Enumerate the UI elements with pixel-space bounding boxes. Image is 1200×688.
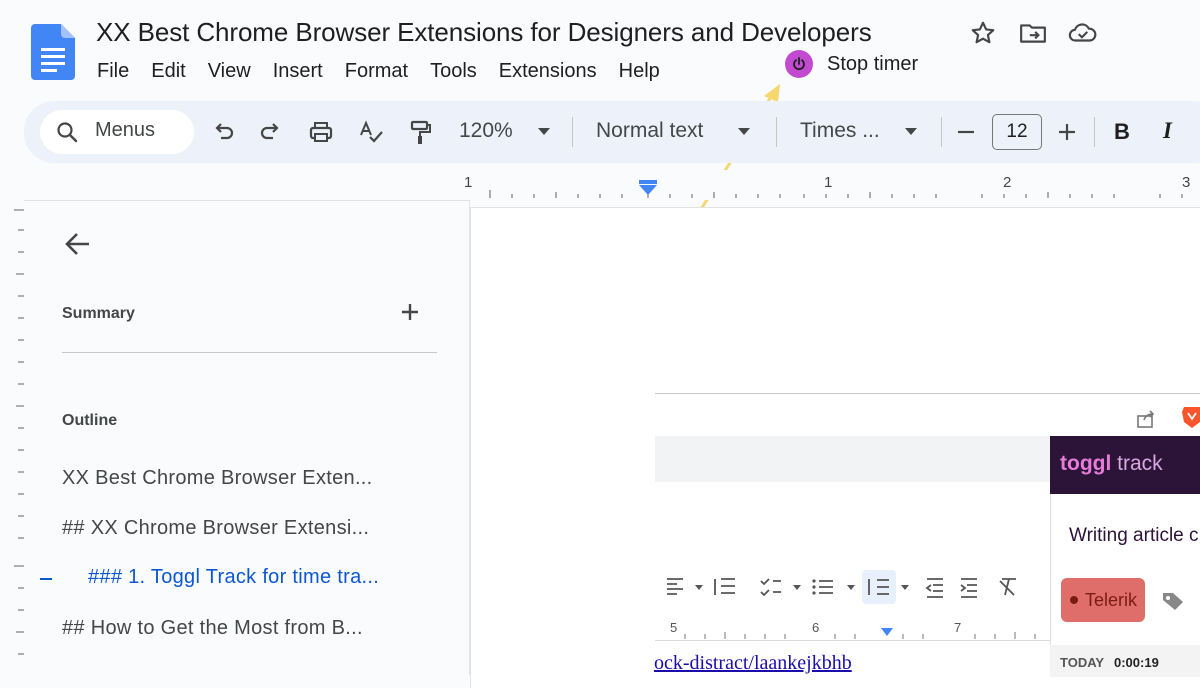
menu-tools[interactable]: Tools xyxy=(419,58,488,85)
toggl-entry-description: Writing article c xyxy=(1069,525,1199,546)
outline-heading: Outline xyxy=(62,412,118,429)
embedded-ruler-label: 5 xyxy=(670,620,678,635)
toolbar-divider xyxy=(1094,117,1095,147)
embedded-toolbar xyxy=(655,567,1055,607)
zoom-dropdown-icon[interactable] xyxy=(537,127,551,137)
print-icon[interactable] xyxy=(306,117,336,147)
redo-icon[interactable] xyxy=(256,117,286,147)
brave-icon xyxy=(1181,404,1200,430)
outline-item[interactable]: XX Best Chrome Browser Exten... xyxy=(62,467,373,490)
google-docs-logo-icon[interactable] xyxy=(31,24,75,80)
active-outline-indicator xyxy=(40,578,52,580)
cloud-saved-icon[interactable] xyxy=(1068,20,1098,46)
italic-button[interactable]: I xyxy=(1163,118,1172,144)
power-icon xyxy=(785,50,813,78)
style-dropdown-icon[interactable] xyxy=(737,127,751,137)
menu-bar: File Edit View Insert Format Tools Exten… xyxy=(86,58,671,85)
undo-icon[interactable] xyxy=(208,117,238,147)
summary-heading: Summary xyxy=(62,305,135,322)
horizontal-ruler[interactable] xyxy=(470,170,1200,200)
menu-extensions[interactable]: Extensions xyxy=(488,58,608,85)
outline-item-active[interactable]: ### 1. Toggl Track for time tra... xyxy=(88,566,379,589)
menu-edit[interactable]: Edit xyxy=(140,58,196,85)
embedded-divider xyxy=(655,393,1200,394)
add-summary-icon[interactable] xyxy=(398,300,422,324)
toggl-logo: toggl track xyxy=(1060,452,1163,475)
decrease-font-size-icon[interactable] xyxy=(956,122,976,142)
menus-search-label: Menus xyxy=(95,119,156,141)
summary-divider xyxy=(62,352,437,353)
toggl-today-label: TODAY xyxy=(1060,655,1105,670)
menu-view[interactable]: View xyxy=(197,58,262,85)
menu-insert[interactable]: Insert xyxy=(262,58,334,85)
move-to-folder-icon[interactable] xyxy=(1019,20,1047,46)
menu-format[interactable]: Format xyxy=(334,58,419,85)
bold-button[interactable]: B xyxy=(1114,119,1130,145)
outline-item[interactable]: ## How to Get the Most from B... xyxy=(62,617,363,640)
ruler-label: 1 xyxy=(824,174,833,191)
stop-timer-button[interactable]: Stop timer xyxy=(785,50,918,78)
paint-format-icon[interactable] xyxy=(405,117,435,147)
zoom-select[interactable]: 120% xyxy=(459,119,513,143)
back-arrow-icon[interactable] xyxy=(62,228,94,260)
paragraph-style-select[interactable]: Normal text xyxy=(596,119,703,143)
embedded-tab-bar xyxy=(655,436,1055,482)
ruler-label: 2 xyxy=(1003,174,1012,191)
font-size-input[interactable]: 12 xyxy=(992,114,1042,150)
ruler-label: 3 xyxy=(1182,174,1191,191)
toggl-today-time: 0:00:19 xyxy=(1114,655,1159,670)
toolbar-divider xyxy=(941,117,942,147)
embedded-ruler-label: 7 xyxy=(954,620,962,635)
outline-side-panel xyxy=(24,200,470,675)
embedded-ruler xyxy=(655,618,1050,641)
embedded-ruler-label: 6 xyxy=(812,620,820,635)
font-select[interactable]: Times ... xyxy=(800,119,880,143)
spellcheck-icon[interactable] xyxy=(356,117,386,147)
menu-help[interactable]: Help xyxy=(608,58,671,85)
increase-font-size-icon[interactable] xyxy=(1057,122,1077,142)
vertical-ruler[interactable] xyxy=(0,200,24,675)
ruler-label: 1 xyxy=(464,174,473,191)
search-icon xyxy=(55,120,79,144)
font-dropdown-icon[interactable] xyxy=(904,127,918,137)
toolbar-divider xyxy=(572,117,573,147)
document-title[interactable]: XX Best Chrome Browser Extensions for De… xyxy=(96,17,872,48)
stop-timer-label: Stop timer xyxy=(827,52,919,75)
share-icon xyxy=(1135,408,1157,430)
star-icon[interactable] xyxy=(970,20,996,46)
toolbar-divider xyxy=(776,117,777,147)
embedded-link-text: ock-distract/laankejkbhb xyxy=(654,652,852,674)
tag-icon xyxy=(1161,590,1185,612)
project-dot-icon xyxy=(1070,596,1078,604)
toggl-project-label: Telerik xyxy=(1085,590,1138,610)
outline-item[interactable]: ## XX Chrome Browser Extensi... xyxy=(62,517,369,540)
menu-file[interactable]: File xyxy=(86,58,140,85)
